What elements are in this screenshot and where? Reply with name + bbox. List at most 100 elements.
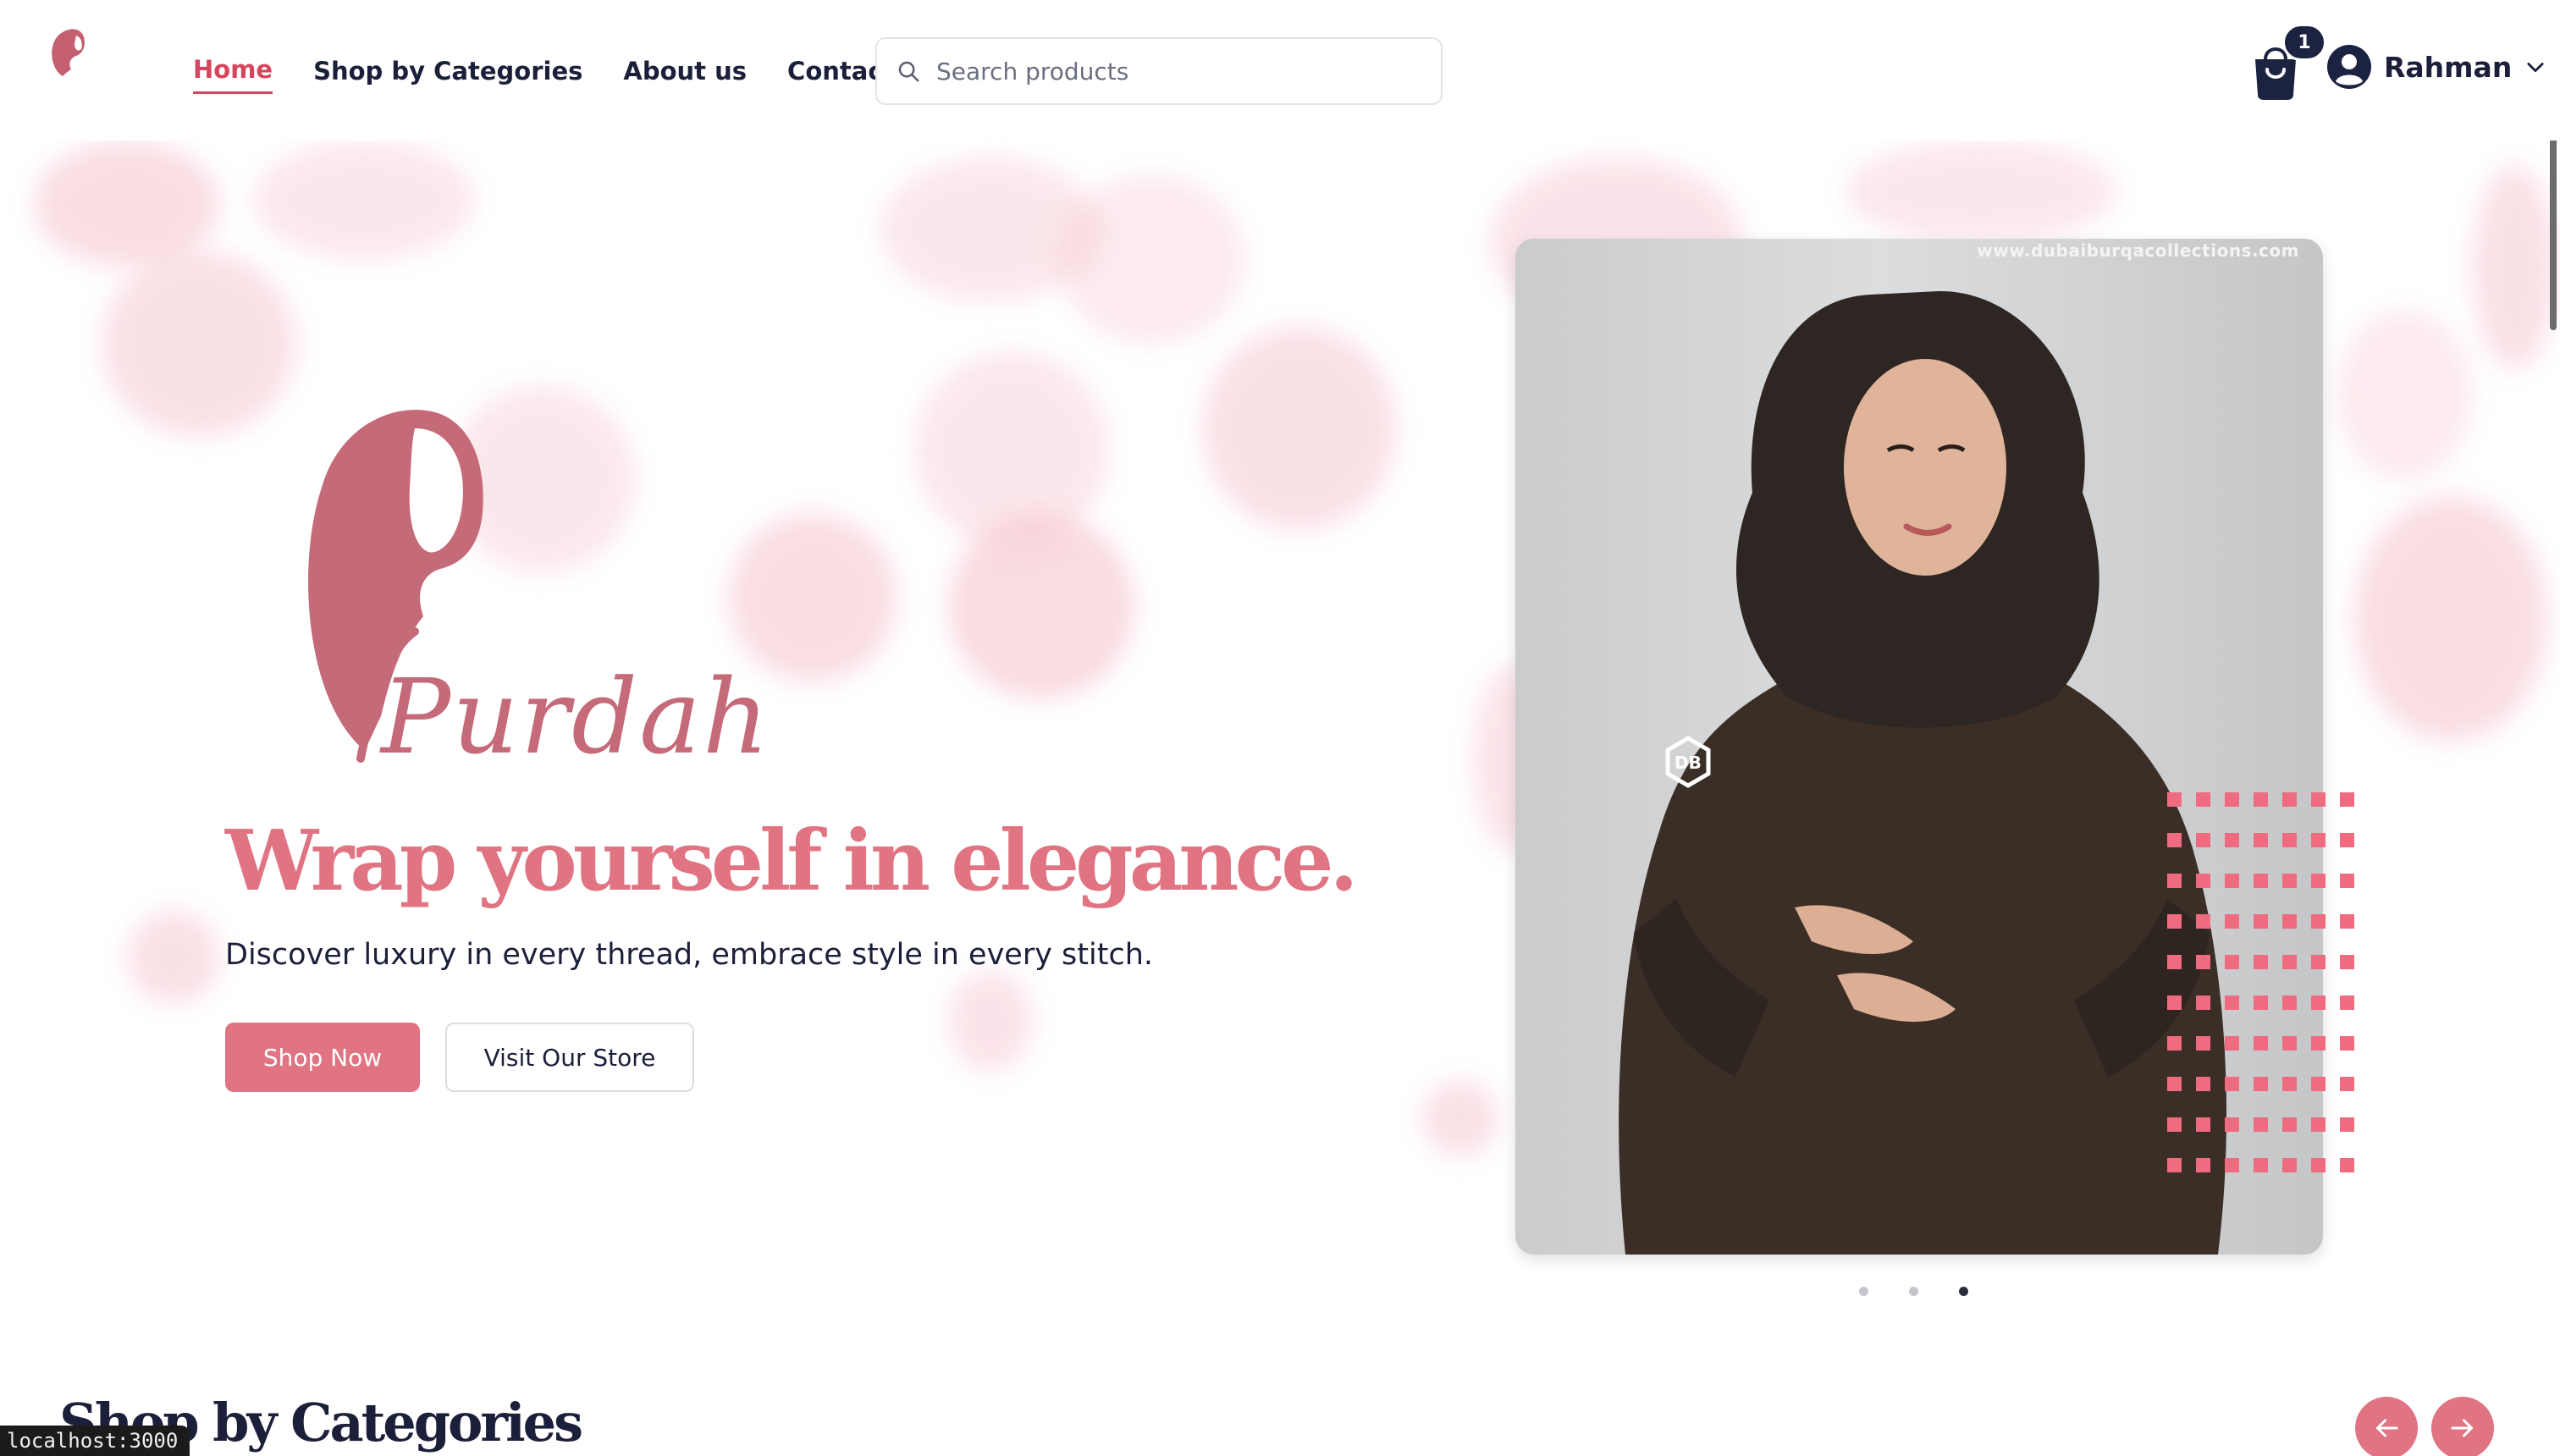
grid-dot [2167,1117,2182,1132]
grid-dot [2340,874,2354,888]
grid-dot [2167,833,2182,847]
bokeh-decoration [2337,310,2472,479]
grid-dot [2311,874,2326,888]
svg-text:DB: DB [1674,753,1702,773]
site-header: Home Shop by Categories About us Contact… [0,0,2560,141]
chevron-down-icon [2527,63,2544,73]
grid-dot [2340,833,2354,847]
grid-dot [2225,995,2239,1010]
grid-dot [2196,995,2210,1010]
grid-dot [2196,792,2210,807]
grid-dot [2225,1036,2239,1051]
grid-dot [2340,955,2354,969]
grid-dot [2340,1036,2354,1051]
main-nav: Home Shop by Categories About us Contact… [193,52,935,94]
grid-dot [2254,1077,2268,1091]
visit-store-button[interactable]: Visit Our Store [445,1023,694,1092]
page-scrollbar[interactable] [2546,0,2560,1456]
grid-dot [2311,1158,2326,1172]
grid-dot [2311,995,2326,1010]
grid-dot [2340,792,2354,807]
grid-dot [2340,995,2354,1010]
grid-dot [2340,1158,2354,1172]
grid-dot [2282,995,2297,1010]
grid-dot [2196,1158,2210,1172]
bokeh-decoration [1202,327,1397,530]
search-input[interactable] [936,57,1410,85]
brand-logo[interactable] [37,24,119,117]
grid-dot [2167,874,2182,888]
bokeh-decoration [1058,174,1244,344]
nav-home[interactable]: Home [193,52,273,94]
bokeh-decoration [102,251,296,437]
grid-dot [2282,833,2297,847]
carousel-dot[interactable] [1959,1287,1968,1296]
hero-logo-text: Purdah [381,657,771,777]
grid-dot [2225,914,2239,929]
grid-dot [2311,955,2326,969]
grid-dot [2167,955,2182,969]
grid-dot [2196,1036,2210,1051]
shop-now-button[interactable]: Shop Now [225,1023,420,1092]
brand-logo-mark [52,29,85,76]
nav-about-us[interactable]: About us [623,54,747,93]
grid-dot [2254,1158,2268,1172]
grid-dot [2282,1117,2297,1132]
arrow-left-icon [2376,1419,2398,1437]
user-name: Rahman [2384,50,2513,84]
bokeh-decoration [254,141,474,259]
hero-subheadline: Discover luxury in every thread, embrace… [225,938,1154,972]
grid-dot [2225,874,2239,888]
grid-dot [2196,955,2210,969]
grid-dot [2225,955,2239,969]
grid-dot [2225,833,2239,847]
grid-dot [2340,1077,2354,1091]
user-menu[interactable]: Rahman [2326,44,2547,90]
grid-dot [2167,792,2182,807]
cart-count-badge: 1 [2282,24,2326,61]
grid-dot [2196,833,2210,847]
nav-shop-by-categories[interactable]: Shop by Categories [313,54,582,93]
grid-dot [2196,914,2210,929]
grid-dot [2311,833,2326,847]
bokeh-decoration [1846,141,2116,242]
grid-dot [2254,995,2268,1010]
bokeh-decoration [127,911,220,1004]
grid-dot [2282,874,2297,888]
carousel-next-button[interactable] [2431,1397,2494,1456]
grid-dot [2311,1036,2326,1051]
grid-dot [2282,1036,2297,1051]
grid-dot [2196,1117,2210,1132]
bokeh-decoration [914,352,1109,547]
carousel-dot[interactable] [1859,1287,1868,1296]
dot-grid-decoration [2167,792,2354,1172]
grid-dot [2254,833,2268,847]
grid-dot [2282,1158,2297,1172]
carousel-dot[interactable] [1909,1287,1918,1296]
grid-dot [2225,1077,2239,1091]
grid-dot [2167,1158,2182,1172]
grid-dot [2225,1117,2239,1132]
grid-dot [2340,1117,2354,1132]
search-bar[interactable] [875,37,1443,105]
bokeh-decoration [1422,1080,1498,1156]
bokeh-decoration [34,141,220,267]
grid-dot [2254,874,2268,888]
grid-dot [2167,1036,2182,1051]
carousel-prev-button[interactable] [2355,1397,2418,1456]
grid-dot [2196,874,2210,888]
bokeh-decoration [2353,496,2548,742]
grid-dot [2311,914,2326,929]
user-avatar-icon [2327,45,2371,89]
bokeh-decoration [948,970,1033,1072]
grid-dot [2311,792,2326,807]
grid-dot [2254,914,2268,929]
grid-dot [2254,1117,2268,1132]
grid-dot [2254,792,2268,807]
browser-status-url: localhost:3000 [0,1426,190,1456]
arrow-right-icon [2451,1419,2473,1437]
grid-dot [2340,914,2354,929]
bokeh-decoration [2472,166,2557,369]
grid-dot [2167,914,2182,929]
grid-dot [2311,1117,2326,1132]
